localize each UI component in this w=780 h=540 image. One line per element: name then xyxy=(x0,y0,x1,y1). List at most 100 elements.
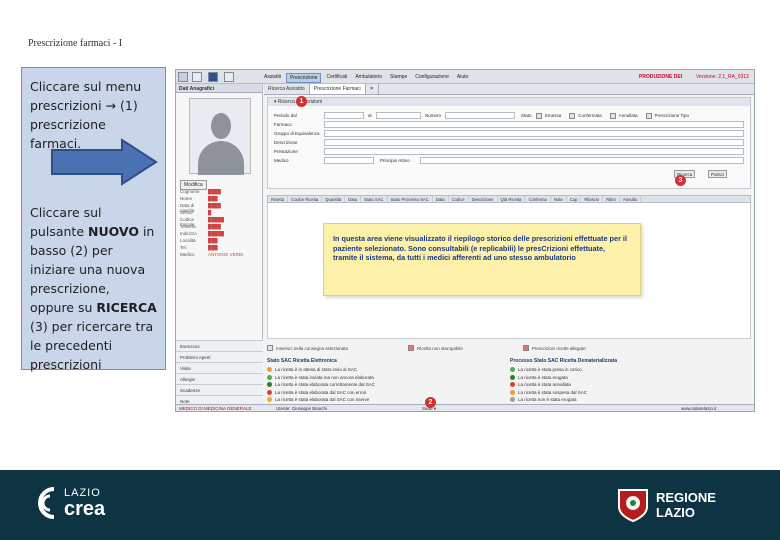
right-arrow-icon xyxy=(51,138,158,186)
pulisci-button[interactable]: Pulisci xyxy=(708,170,728,178)
farmaco-row: Farmaco xyxy=(274,121,744,128)
regione-lazio-emblem-icon xyxy=(618,489,648,523)
top-menu-bar: Assistiti Prescrizione Certificati Ambul… xyxy=(176,70,754,84)
prestazione-input[interactable] xyxy=(324,148,744,155)
header-logos xyxy=(178,72,238,82)
step-badge-1: 1 xyxy=(296,96,307,107)
operator-field: Utente: Giuseppe Bianchi xyxy=(276,406,328,411)
insert-icon xyxy=(267,345,273,351)
status-taken-icon xyxy=(510,367,515,373)
action-inserisci[interactable]: Inserisci nella consegna selezionata xyxy=(267,342,378,354)
nuovo-keyword: NUOVO xyxy=(88,224,139,239)
descrizione-row: Descrizione xyxy=(274,139,744,146)
section-scadenze[interactable]: Scadenze xyxy=(176,384,263,395)
status-sent-icon xyxy=(267,374,272,380)
tab-bar: Ricerca Assistito Prescrizione Farmaci ✕ xyxy=(264,84,754,95)
avatar-head-icon xyxy=(211,113,231,139)
ricerca-keyword: RICERCA xyxy=(96,300,157,315)
lazio-crea-mark-icon xyxy=(38,487,55,519)
site-link[interactable]: www.salutelazio.it xyxy=(681,406,717,411)
section-visite[interactable]: Visite xyxy=(176,362,263,373)
region-logo-icon xyxy=(192,72,202,82)
stato-confermata-checkbox[interactable] xyxy=(569,112,576,119)
user-role-label: MEDICO DI MEDICINA GENERALE xyxy=(179,406,252,411)
periodo-al-input[interactable] xyxy=(376,112,421,119)
prestazione-row: Prestazione xyxy=(274,148,744,155)
prescriptions-grid-header: Ricetta Codice Ricetta Quantità Data Sta… xyxy=(267,195,751,203)
action-allegate[interactable]: Prescrizioni ricette allegate xyxy=(522,342,616,354)
patient-panel-header: Dati Anagrafici xyxy=(176,84,262,93)
step-badge-3: 3 xyxy=(675,175,686,186)
field-row: Nome ███ xyxy=(180,196,218,201)
stato-annullata-checkbox[interactable] xyxy=(609,112,616,119)
tab-ricerca-assistito[interactable]: Ricerca Assistito xyxy=(264,84,310,94)
action-non-stampabile[interactable]: Ricetta non stampabile xyxy=(408,342,493,354)
menu-stampe[interactable]: Stampe xyxy=(387,73,410,83)
prescriptions-grid[interactable]: In questa area viene visualizzato il rie… xyxy=(267,203,751,339)
field-row: Tel. ███ xyxy=(180,245,218,250)
field-row: Cognome ████ xyxy=(180,189,221,194)
search-panel-header[interactable]: ▾ Ricerca Prescrizioni xyxy=(268,98,750,106)
ministry-logo-icon xyxy=(224,72,234,82)
section-allergie[interactable]: Allergie xyxy=(176,373,263,384)
field-row: Medico ANTONIO VERDI xyxy=(180,252,244,257)
medico-input[interactable] xyxy=(324,157,374,164)
no-print-icon xyxy=(408,345,415,351)
numero-input[interactable] xyxy=(445,112,515,119)
gruppo-input[interactable] xyxy=(324,130,744,137)
legend-ricetta-dematerializzata: Processo Stato SAC Ricetta Dematerializz… xyxy=(510,358,617,403)
stato-emessa-checkbox[interactable] xyxy=(536,112,542,119)
version-label: Versione: 2.1_RA_0313 xyxy=(696,74,749,80)
gruppo-row: Gruppo di Equivalenza xyxy=(274,130,744,137)
environment-label: PRODUZIONE DEI xyxy=(639,74,683,80)
status-bar: MEDICO DI MEDICINA GENERALE Utente: Gius… xyxy=(176,404,754,411)
main-area: Ricerca Assistito Prescrizione Farmaci ✕… xyxy=(264,84,754,404)
close-tab-icon[interactable]: ✕ xyxy=(366,84,379,94)
farmaco-input[interactable] xyxy=(324,121,744,128)
tab-prescrizione-farmaci[interactable]: Prescrizione Farmaci xyxy=(309,84,366,94)
eu-flag-icon xyxy=(208,72,218,82)
section-esenzioni[interactable]: Esenzioni xyxy=(176,340,263,351)
periodo-dal-input[interactable] xyxy=(324,112,364,119)
menu-aiuto[interactable]: Aiuto xyxy=(454,73,471,83)
patient-photo-placeholder xyxy=(189,98,251,175)
field-row: Codice Fiscale █████ xyxy=(180,217,224,227)
patient-panel: Dati Anagrafici Modifica Cognome ████ Nom… xyxy=(176,84,263,406)
step-badge-2: 2 xyxy=(425,397,436,408)
menu-prescrizione[interactable]: Prescrizione xyxy=(285,73,322,83)
menu-configurazione[interactable]: Configurazione xyxy=(412,73,452,83)
regione-lazio-logo: REGIONE LAZIO xyxy=(616,487,716,523)
field-row: Indirizzo █████ xyxy=(180,231,224,236)
status-not-dispensed-icon xyxy=(510,397,515,403)
menu-assistiti[interactable]: Assistiti xyxy=(261,73,284,83)
main-menu: Assistiti Prescrizione Certificati Ambul… xyxy=(261,73,471,83)
attachment-icon xyxy=(522,345,529,351)
emblem-icon xyxy=(178,72,188,82)
menu-ambulatorio[interactable]: Ambulatorio xyxy=(352,73,385,83)
field-row: Sesso █ xyxy=(180,210,212,215)
legend-ricetta-elettronica: Stato SAC Ricetta Elettronica La ricetta… xyxy=(267,358,376,403)
menu-certificati[interactable]: Certificati xyxy=(323,73,350,83)
patient-fields: Cognome ████ Nome ███ Data di nascita ████ … xyxy=(180,189,260,259)
status-dispensed-icon xyxy=(510,374,515,380)
instruction-step-2: Cliccare sul pulsante NUOVO in basso (2)… xyxy=(30,205,157,372)
status-suspended-icon xyxy=(510,389,515,395)
instruction-callout: Cliccare sul menu prescrizioni → (1) pre… xyxy=(21,67,166,372)
status-pending-icon xyxy=(267,367,272,373)
status-error-icon xyxy=(267,389,272,395)
patient-sections: Esenzioni Problemi Aperti Visite Allergi… xyxy=(176,340,263,406)
section-problemi[interactable]: Problemi Aperti xyxy=(176,351,263,362)
status-ok-icon xyxy=(267,382,272,388)
descrizione-input[interactable] xyxy=(324,139,744,146)
prescrizione-tipo-checkbox[interactable] xyxy=(645,112,652,119)
app-window: Assistiti Prescrizione Certificati Ambul… xyxy=(175,69,755,412)
slide-title: Prescrizione farmaci - I xyxy=(28,38,123,49)
field-row: Tessera ████ xyxy=(180,224,221,229)
principio-attivo-input[interactable] xyxy=(420,157,744,164)
status-cancelled-icon xyxy=(510,382,515,388)
field-row: Località ███ xyxy=(180,238,218,243)
lazio-crea-logo: LAZIO crea xyxy=(32,485,105,521)
medico-row: Medico Principio Attivo xyxy=(274,157,744,164)
periodo-row: Periodo dal al Numero Stato Emessa Confe… xyxy=(274,112,690,119)
avatar-body-icon xyxy=(198,141,244,175)
